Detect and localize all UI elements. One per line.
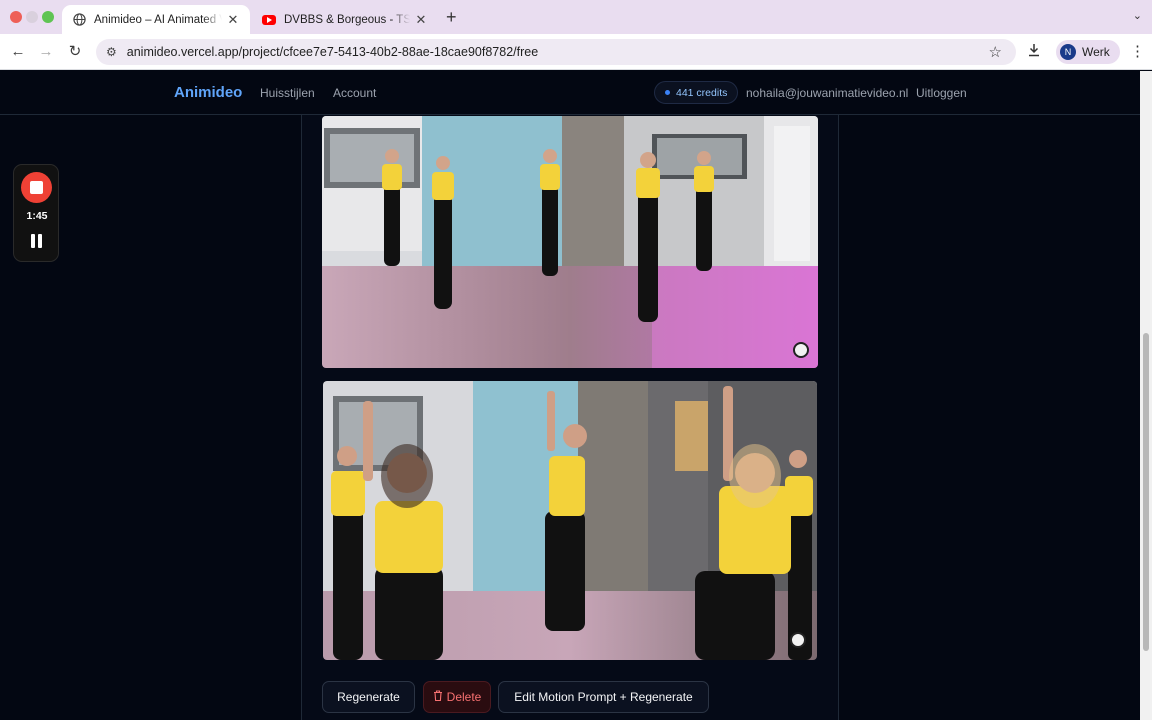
profile-button[interactable]: N Werk [1056, 40, 1120, 64]
screen-recorder-widget: 1:45 [13, 164, 59, 262]
tab-youtube[interactable]: DVBBS & Borgeous - TSUNAMI ✕ [252, 5, 438, 34]
back-button[interactable]: ← [9, 43, 27, 61]
url-text: animideo.vercel.app/project/cfcee7e7-541… [126, 45, 539, 59]
avatar: N [1060, 44, 1076, 60]
brand-logo[interactable]: Animideo [174, 84, 242, 101]
recording-timer: 1:45 [26, 210, 48, 222]
delete-button[interactable]: Delete [423, 681, 491, 713]
bookmark-star-icon[interactable]: ☆ [989, 43, 1002, 61]
forward-button[interactable]: → [37, 43, 55, 61]
browser-menu-icon[interactable]: ⋮ [1130, 42, 1145, 60]
video-frame-2[interactable] [323, 381, 817, 660]
watermark-logo [793, 342, 809, 358]
reload-button[interactable]: ↻ [66, 43, 84, 61]
scrollbar-thumb[interactable] [1143, 333, 1149, 651]
regenerate-button[interactable]: Regenerate [322, 681, 415, 713]
download-icon[interactable] [1027, 43, 1041, 60]
address-bar[interactable]: ⚙ animideo.vercel.app/project/cfcee7e7-5… [96, 39, 1016, 65]
site-header: Animideo Huisstijlen Account 441 credits… [0, 71, 1140, 115]
close-window-button[interactable] [10, 11, 22, 23]
tab-animideo[interactable]: Animideo – AI Animated Video ✕ [62, 5, 250, 34]
delete-label: Delete [446, 690, 482, 704]
nav-link-huisstijlen[interactable]: Huisstijlen [260, 86, 315, 100]
nav-link-account[interactable]: Account [333, 86, 376, 100]
browser-toolbar: ← → ↻ ⚙ animideo.vercel.app/project/cfce… [0, 34, 1152, 70]
close-tab-icon[interactable]: ✕ [414, 12, 428, 28]
credits-count: 441 credits [676, 86, 728, 99]
logout-link[interactable]: Uitloggen [916, 86, 967, 100]
user-email: nohaila@jouwanimatievideo.nl [746, 86, 909, 100]
stop-recording-button[interactable] [21, 172, 52, 203]
browser-tab-bar: Animideo – AI Animated Video ✕ DVBBS & B… [0, 0, 1152, 34]
pause-icon[interactable] [31, 234, 43, 248]
page-scrollbar[interactable] [1140, 71, 1152, 720]
credits-badge: 441 credits [654, 81, 739, 104]
site-settings-icon[interactable]: ⚙ [106, 45, 117, 59]
globe-icon [72, 13, 86, 27]
trash-icon [433, 690, 443, 704]
profile-name: Werk [1082, 45, 1110, 59]
tab-title: Animideo – AI Animated Video [94, 13, 222, 26]
minimize-window-button[interactable] [26, 11, 38, 23]
page-viewport: Regenerate Delete Edit Motion Prompt + R… [0, 71, 1140, 720]
video-frame-1[interactable] [322, 116, 818, 368]
edit-motion-prompt-button[interactable]: Edit Motion Prompt + Regenerate [498, 681, 709, 713]
tab-title: DVBBS & Borgeous - TSUNAMI [284, 13, 410, 26]
tab-search-chevron-icon[interactable]: ⌄ [1133, 9, 1142, 22]
new-tab-button[interactable]: + [446, 7, 457, 28]
maximize-window-button[interactable] [42, 11, 54, 23]
youtube-icon [262, 13, 276, 27]
watermark-logo [790, 632, 806, 648]
status-dot-icon [665, 90, 670, 95]
close-tab-icon[interactable]: ✕ [226, 12, 240, 28]
